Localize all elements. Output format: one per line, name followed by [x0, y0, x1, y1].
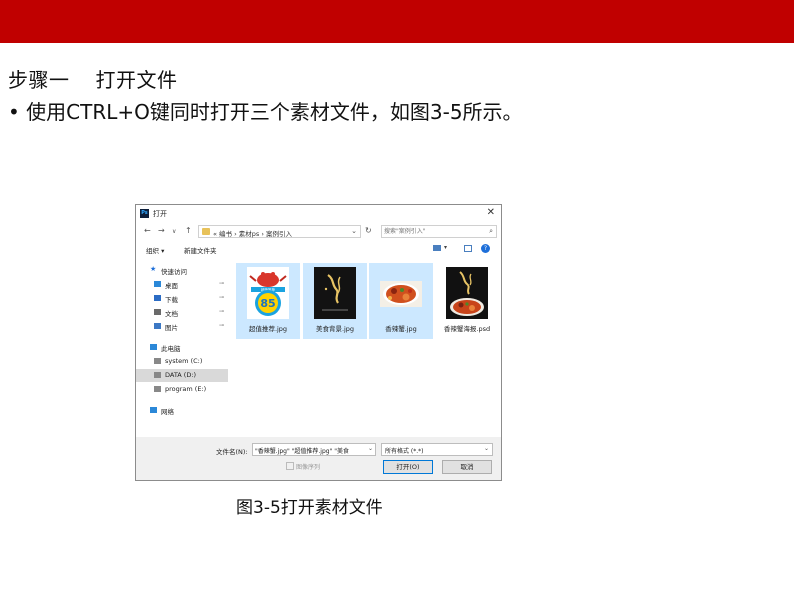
back-arrow-icon[interactable]: ←	[144, 226, 151, 235]
image-sequence-label: 图像序列	[296, 464, 321, 471]
sidebar-item-label: program (E:)	[165, 385, 207, 393]
checkbox-icon	[286, 462, 294, 470]
thumbnail-image	[446, 267, 488, 319]
sidebar-item-label: system (C:)	[165, 357, 203, 365]
sidebar-item[interactable]: 图片 ⊸	[136, 320, 228, 333]
sidebar-item-label: 此电脑	[161, 345, 181, 353]
figure-caption: 图3-5打开素材文件	[236, 498, 383, 518]
sidebar-item[interactable]: 网络	[136, 404, 228, 417]
search-icon[interactable]: ⌕	[489, 227, 493, 236]
download-icon	[154, 295, 161, 301]
file-name: 香辣蟹.jpg	[385, 325, 417, 333]
file-thumbnail	[446, 267, 488, 319]
sidebar-item[interactable]: ★ 快速访问	[136, 264, 228, 277]
pin-icon[interactable]: ⊸	[219, 322, 224, 329]
filename-label: 文件名(N):	[216, 448, 248, 456]
cancel-button[interactable]: 取消	[442, 460, 492, 474]
chevron-down-icon: ⌄	[483, 445, 489, 452]
dialog-title: 打开	[153, 210, 167, 218]
open-file-dialog: Ps 打开 ✕ ← → ∨ ↑ « 编书 › 素材ps › 案例引入 ⌄ ↻ ⌕…	[135, 204, 502, 481]
drive-icon	[154, 358, 161, 364]
file-thumbnail: 超值推荐 85	[247, 267, 289, 319]
document-icon	[154, 309, 161, 315]
file-thumbnail	[380, 267, 422, 319]
sidebar-item[interactable]: 文档 ⊸	[136, 306, 228, 319]
sidebar-item[interactable]: program (E:)	[136, 383, 228, 396]
title-bar-accent	[0, 0, 794, 43]
photoshop-icon: Ps	[140, 209, 149, 218]
view-dropdown-icon[interactable]: ▾	[444, 244, 447, 251]
pin-icon[interactable]: ⊸	[219, 308, 224, 315]
file-list: 超值推荐 85 超值推荐.jpg 美食背景.jpg 香辣蟹.jpg	[232, 263, 500, 423]
thumbnail-image: 超值推荐 85	[247, 267, 289, 319]
up-arrow-icon[interactable]: ↑	[185, 226, 192, 235]
preview-pane-icon[interactable]	[464, 245, 472, 252]
breadcrumb: « 编书 › 素材ps › 案例引入	[213, 230, 293, 238]
file-name: 美食背景.jpg	[315, 325, 355, 333]
network-icon	[150, 407, 157, 413]
dialog-footer: 文件名(N): "香辣蟹.jpg" "超值推荐.jpg" "美食 ⌄ 所有格式 …	[136, 437, 501, 480]
address-bar[interactable]: « 编书 › 素材ps › 案例引入 ⌄	[198, 225, 361, 238]
organize-menu[interactable]: 组织 ▾	[146, 245, 164, 255]
view-icon[interactable]	[433, 245, 441, 251]
file-item[interactable]: 香辣蟹海报.psd	[435, 263, 499, 339]
file-item[interactable]: 超值推荐 85 超值推荐.jpg	[236, 263, 300, 339]
filetype-value: 所有格式 (*.*)	[385, 448, 424, 455]
pictures-icon	[154, 323, 161, 329]
pin-icon[interactable]: ⊸	[219, 294, 224, 301]
navigation-bar: ← → ∨ ↑ « 编书 › 素材ps › 案例引入 ⌄ ↻ ⌕	[136, 224, 501, 240]
command-bar: 组织 ▾ 新建文件夹 ▾ ?	[136, 242, 501, 256]
computer-icon	[150, 344, 157, 350]
file-name: 超值推荐.jpg	[248, 325, 288, 333]
recent-dropdown-icon[interactable]: ∨	[172, 228, 176, 235]
sidebar-item[interactable]: 下载 ⊸	[136, 292, 228, 305]
chevron-down-icon[interactable]: ⌄	[351, 227, 357, 235]
file-thumbnail	[314, 267, 356, 319]
desktop-icon	[154, 281, 161, 287]
sidebar-item[interactable]: system (C:)	[136, 355, 228, 368]
search-box[interactable]: ⌕	[381, 225, 497, 238]
star-icon: ★	[150, 265, 157, 273]
sidebar-item-label: 快速访问	[161, 268, 187, 276]
sidebar-item[interactable]: 桌面 ⊸	[136, 278, 228, 291]
drive-icon	[154, 372, 161, 378]
filename-value: "香辣蟹.jpg" "超值推荐.jpg" "美食	[255, 448, 349, 455]
step-heading: 步骤一 打开文件	[8, 64, 178, 93]
step-title: 打开文件	[95, 68, 178, 92]
drive-icon	[154, 386, 161, 392]
pin-icon[interactable]: ⊸	[219, 280, 224, 287]
file-item[interactable]: 香辣蟹.jpg	[369, 263, 433, 339]
navigation-pane: ★ 快速访问桌面 ⊸ 下载 ⊸ 文档 ⊸ 图片 ⊸ 此电脑 system (C:) DATA (D:)…	[136, 257, 228, 429]
filename-field[interactable]: "香辣蟹.jpg" "超值推荐.jpg" "美食 ⌄	[252, 443, 376, 456]
close-icon[interactable]: ✕	[487, 207, 495, 218]
sidebar-item-label: 下载	[165, 296, 178, 304]
sidebar-item-label: 网络	[161, 408, 174, 416]
instruction-bullet: • 使用CTRL+O键同时打开三个素材文件，如图3-5所示。	[8, 100, 523, 124]
filetype-select[interactable]: 所有格式 (*.*) ⌄	[381, 443, 493, 456]
folder-icon	[202, 228, 210, 235]
sidebar-item-label: DATA (D:)	[165, 371, 197, 379]
sidebar-item-label: 文档	[165, 310, 178, 318]
help-icon[interactable]: ?	[481, 244, 490, 253]
badge-number: 85	[260, 297, 275, 310]
new-folder-button[interactable]: 新建文件夹	[184, 245, 217, 255]
file-name: 香辣蟹海报.psd	[443, 325, 491, 333]
forward-arrow-icon[interactable]: →	[158, 226, 165, 235]
thumbnail-image	[380, 267, 422, 319]
refresh-icon[interactable]: ↻	[365, 226, 372, 235]
sidebar-item-label: 桌面	[165, 282, 178, 290]
image-sequence-checkbox: 图像序列	[286, 462, 320, 471]
open-button[interactable]: 打开(O)	[383, 460, 433, 474]
thumbnail-image	[314, 267, 356, 319]
dialog-titlebar: Ps 打开 ✕	[136, 205, 501, 222]
sidebar-item[interactable]: 此电脑	[136, 341, 228, 354]
sidebar-item-label: 图片	[165, 324, 178, 332]
file-item[interactable]: 美食背景.jpg	[303, 263, 367, 339]
chevron-down-icon[interactable]: ⌄	[368, 445, 373, 452]
search-input[interactable]	[384, 227, 480, 236]
step-label: 步骤一	[8, 68, 70, 92]
sidebar-item[interactable]: DATA (D:)	[136, 369, 228, 382]
